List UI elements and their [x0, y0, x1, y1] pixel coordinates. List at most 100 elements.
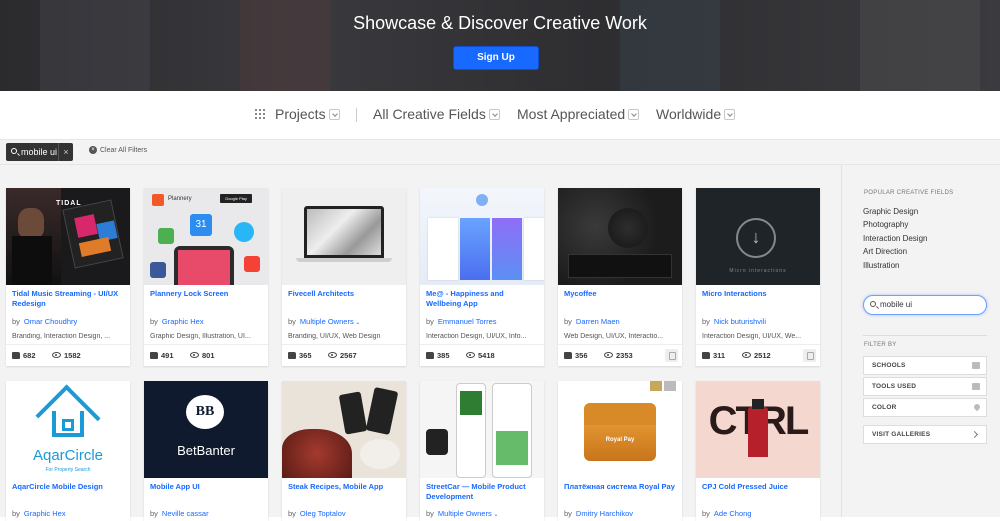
- project-thumbnail[interactable]: [282, 381, 406, 478]
- project-fields: Graphic Design, Illustration, UI...: [150, 333, 251, 340]
- location-dropdown[interactable]: Worldwide: [656, 106, 736, 122]
- owner-link[interactable]: Graphic Hex: [162, 317, 204, 326]
- project-thumbnail[interactable]: TIDAL: [6, 188, 130, 285]
- appreciation-count: 311: [713, 351, 726, 360]
- divider: [863, 335, 987, 336]
- visit-galleries-button[interactable]: VISIT GALLERIES: [863, 425, 987, 444]
- creative-fields-dropdown[interactable]: All Creative Fields: [373, 106, 500, 122]
- owner-link[interactable]: Omar Choudhry: [24, 317, 77, 326]
- linkedin-badge-icon: [650, 381, 662, 391]
- arrow-down-icon: ↓: [736, 218, 776, 258]
- project-title[interactable]: CPJ Cold Pressed Juice: [702, 482, 816, 492]
- project-card[interactable]: ↓ Micro interactions Micro Interactions …: [696, 188, 820, 366]
- project-card[interactable]: Plannery Google Play 31 Plannery Lock Sc…: [144, 188, 268, 366]
- project-card[interactable]: Me@ - Happiness and Wellbeing App by Emma…: [420, 188, 544, 366]
- project-title[interactable]: Micro Interactions: [702, 289, 816, 299]
- project-thumbnail[interactable]: [282, 188, 406, 285]
- remove-filter-button[interactable]: ×: [58, 143, 73, 161]
- project-stats: 356 2353: [558, 344, 682, 366]
- project-title[interactable]: Платёжная система Royal Pay: [564, 482, 678, 492]
- project-title[interactable]: Tidal Music Streaming - UI/UX Redesign: [12, 289, 126, 309]
- visit-galleries-label: VISIT GALLERIES: [872, 431, 931, 438]
- popular-field-link[interactable]: Photography: [863, 220, 908, 229]
- thumbnail-text: For Property Search: [45, 467, 91, 473]
- project-title[interactable]: Fivecell Architects: [288, 289, 402, 299]
- owner-link[interactable]: Darren Maen: [576, 317, 620, 326]
- search-input-value: mobile ui: [880, 300, 913, 309]
- project-stats: 311 2512: [696, 344, 820, 366]
- project-title[interactable]: Me@ - Happiness and Wellbeing App: [426, 289, 540, 309]
- project-title[interactable]: Steak Recipes, Mobile App: [288, 482, 402, 492]
- by-label: by: [702, 317, 710, 326]
- project-owner: by Emmanuel Torres: [426, 317, 497, 326]
- appreciation-count: 356: [575, 351, 588, 360]
- appreciation-icon: [564, 352, 572, 359]
- project-stats: 682 1582: [6, 344, 130, 366]
- search-input[interactable]: mobile ui: [863, 295, 987, 315]
- project-thumbnail[interactable]: ↓ Micro interactions: [696, 188, 820, 285]
- featured-badge-icon: [664, 381, 676, 391]
- sort-dropdown[interactable]: Most Appreciated: [517, 106, 640, 122]
- projects-dropdown[interactable]: Projects: [275, 106, 340, 122]
- popular-field-link[interactable]: Graphic Design: [863, 207, 918, 216]
- thumbnail-text: Plannery: [168, 196, 192, 202]
- project-title[interactable]: Mycoffee: [564, 289, 678, 299]
- view-count: 801: [202, 351, 215, 360]
- project-thumbnail[interactable]: BB BetBanter: [144, 381, 268, 478]
- hero-title: Showcase & Discover Creative Work: [353, 13, 647, 33]
- project-card[interactable]: BB BetBanter Mobile App UI by Neville cas…: [144, 381, 268, 521]
- popular-field-link[interactable]: Interaction Design: [863, 234, 927, 243]
- color-drop-icon: [972, 402, 982, 412]
- project-thumbnail[interactable]: AqarCircle For Property Search: [6, 381, 130, 478]
- filter-nav: Projects All Creative Fields Most Apprec…: [0, 91, 1000, 140]
- view-count: 2567: [340, 351, 357, 360]
- views-icon: [466, 352, 475, 358]
- project-card[interactable]: Royal Pay Платёжная система Royal Pay by…: [558, 381, 682, 521]
- sort-label: Most Appreciated: [517, 106, 626, 122]
- nav-divider: [356, 108, 357, 122]
- appreciation-count: 365: [299, 351, 312, 360]
- project-title[interactable]: Mobile App UI: [150, 482, 264, 492]
- thumbnail-text: Google Play: [220, 194, 252, 203]
- color-filter[interactable]: COLOR: [863, 398, 987, 417]
- project-thumbnail[interactable]: [420, 381, 544, 478]
- sign-up-button[interactable]: Sign Up: [453, 46, 539, 70]
- project-card[interactable]: CTRL CPJ Cold Pressed Juice byAde Chong: [696, 381, 820, 521]
- tools-used-filter[interactable]: TOOLS USED: [863, 377, 987, 396]
- popular-field-link[interactable]: Art Direction: [863, 247, 907, 256]
- search-filter-tag[interactable]: mobile ui ×: [6, 143, 73, 161]
- project-thumbnail[interactable]: [558, 188, 682, 285]
- project-owner: by Darren Maen: [564, 317, 620, 326]
- project-card[interactable]: AqarCircle For Property Search AqarCircl…: [6, 381, 130, 521]
- view-count: 2512: [754, 351, 771, 360]
- by-label: by: [12, 317, 20, 326]
- project-card[interactable]: Fivecell Architects by Multiple Owners ⌄ …: [282, 188, 406, 366]
- featured-badge-icon: [803, 349, 816, 362]
- featured-badge-icon: [665, 349, 678, 362]
- project-card[interactable]: StreetCar — Mobile Product Development b…: [420, 381, 544, 521]
- project-card[interactable]: Steak Recipes, Mobile App by Oleg Toptalo…: [282, 381, 406, 521]
- schools-filter[interactable]: SCHOOLS: [863, 356, 987, 375]
- project-card[interactable]: TIDAL Tidal Music Streaming - UI/UX Rede…: [6, 188, 130, 366]
- multiple-owners-dropdown[interactable]: Multiple Owners: [300, 317, 354, 326]
- owner-link[interactable]: Nick buturishvili: [714, 317, 766, 326]
- project-thumbnail[interactable]: Plannery Google Play 31: [144, 188, 268, 285]
- project-thumbnail[interactable]: [420, 188, 544, 285]
- project-title[interactable]: Plannery Lock Screen: [150, 289, 264, 299]
- active-filters-bar: mobile ui × × Clear All Filters: [0, 140, 1000, 165]
- project-thumbnail[interactable]: Royal Pay: [558, 381, 682, 478]
- project-title[interactable]: StreetCar — Mobile Product Development: [426, 482, 540, 502]
- views-icon: [52, 352, 61, 358]
- chevron-right-icon: [970, 430, 979, 439]
- views-icon: [742, 352, 751, 358]
- sidebar: POPULAR CREATIVE FIELDS Graphic Design P…: [841, 165, 1000, 517]
- appreciation-icon: [702, 352, 710, 359]
- clear-all-filters-link[interactable]: × Clear All Filters: [89, 146, 147, 154]
- project-thumbnail[interactable]: CTRL: [696, 381, 820, 478]
- project-card[interactable]: Mycoffee by Darren Maen Web Design, UI/UX…: [558, 188, 682, 366]
- popular-field-link[interactable]: Illustration: [863, 261, 899, 270]
- project-fields: Interaction Design, UI/UX, We...: [702, 333, 802, 340]
- owner-link[interactable]: Emmanuel Torres: [438, 317, 497, 326]
- project-title[interactable]: AqarCircle Mobile Design: [12, 482, 126, 492]
- chevron-down-icon: [328, 108, 340, 120]
